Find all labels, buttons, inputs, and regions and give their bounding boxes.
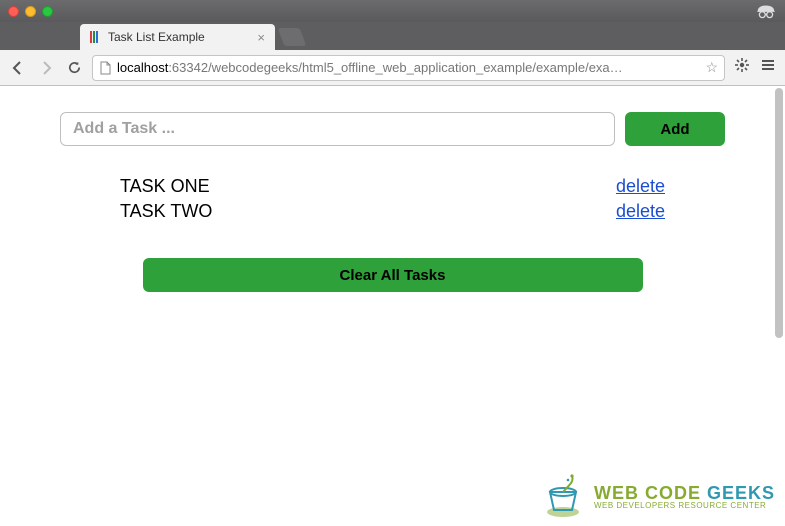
back-button[interactable] (8, 58, 28, 78)
reload-button[interactable] (64, 58, 84, 78)
address-bar[interactable]: localhost:63342/webcodegeeks/html5_offli… (92, 55, 725, 81)
maximize-window-button[interactable] (42, 6, 53, 17)
settings-gear-icon[interactable] (733, 57, 751, 78)
browser-tab[interactable]: Task List Example × (80, 24, 275, 50)
forward-button[interactable] (36, 58, 56, 78)
app-content: Add TASK ONE delete TASK TWO delete Clea… (0, 86, 785, 292)
task-input[interactable] (60, 112, 615, 146)
window-controls (8, 6, 53, 17)
minimize-window-button[interactable] (25, 6, 36, 17)
new-tab-button[interactable] (278, 28, 307, 46)
tab-favicon (88, 30, 102, 44)
menu-icon[interactable] (759, 58, 777, 77)
close-tab-button[interactable]: × (255, 30, 267, 45)
watermark-icon (540, 474, 586, 520)
tab-title: Task List Example (108, 30, 205, 44)
bookmark-star-icon[interactable]: ☆ (705, 59, 718, 76)
tab-strip: Task List Example × (0, 22, 785, 50)
task-row: TASK TWO delete (120, 199, 665, 224)
task-name: TASK TWO (120, 201, 212, 222)
watermark-logo: WEB CODE GEEKS WEB DEVELOPERS RESOURCE C… (540, 474, 775, 520)
close-window-button[interactable] (8, 6, 19, 17)
clear-all-button[interactable]: Clear All Tasks (143, 258, 643, 292)
watermark-text: WEB CODE GEEKS WEB DEVELOPERS RESOURCE C… (594, 484, 775, 510)
task-row: TASK ONE delete (120, 174, 665, 199)
delete-link[interactable]: delete (616, 201, 665, 222)
url-host: localhost (117, 60, 168, 75)
task-list: TASK ONE delete TASK TWO delete (120, 174, 665, 224)
page-icon (99, 61, 111, 75)
watermark-brand-b: GEEKS (707, 483, 775, 503)
browser-toolbar: localhost:63342/webcodegeeks/html5_offli… (0, 50, 785, 86)
watermark-brand-a: WEB CODE (594, 483, 707, 503)
watermark-tagline: WEB DEVELOPERS RESOURCE CENTER (594, 502, 775, 510)
add-task-row: Add (60, 112, 725, 146)
url-path: :63342/webcodegeeks/html5_offline_web_ap… (168, 60, 622, 75)
page-viewport: Add TASK ONE delete TASK TWO delete Clea… (0, 86, 785, 526)
url-text: localhost:63342/webcodegeeks/html5_offli… (117, 60, 699, 75)
add-button[interactable]: Add (625, 112, 725, 146)
delete-link[interactable]: delete (616, 176, 665, 197)
task-name: TASK ONE (120, 176, 210, 197)
clear-row: Clear All Tasks (60, 258, 725, 292)
window-titlebar (0, 0, 785, 22)
incognito-icon (755, 3, 777, 19)
scrollbar-thumb[interactable] (775, 88, 783, 338)
